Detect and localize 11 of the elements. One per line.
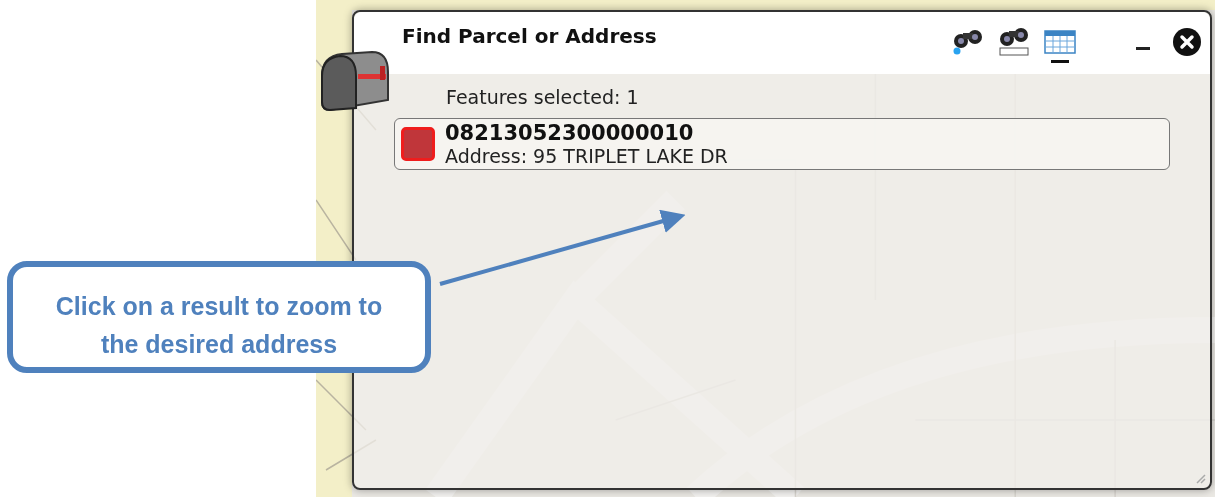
minimize-button[interactable] <box>1136 46 1150 50</box>
callout-text: Click on a result to zoom to the desired address <box>7 261 431 373</box>
result-item[interactable]: 08213052300000010 Address: 95 TRIPLET LAKE DR <box>394 118 1170 170</box>
parcel-number: 08213052300000010 <box>445 121 695 145</box>
parcel-symbol-icon <box>401 127 435 161</box>
features-count: Features selected: 1 <box>445 86 640 108</box>
window-title: Find Parcel or Address <box>402 24 658 48</box>
resize-grip-icon[interactable] <box>1194 472 1206 484</box>
close-icon[interactable] <box>1172 27 1202 57</box>
address-text: Address: 95 TRIPLET LAKE DR <box>445 145 728 167</box>
binoculars-icon[interactable] <box>997 25 1031 57</box>
